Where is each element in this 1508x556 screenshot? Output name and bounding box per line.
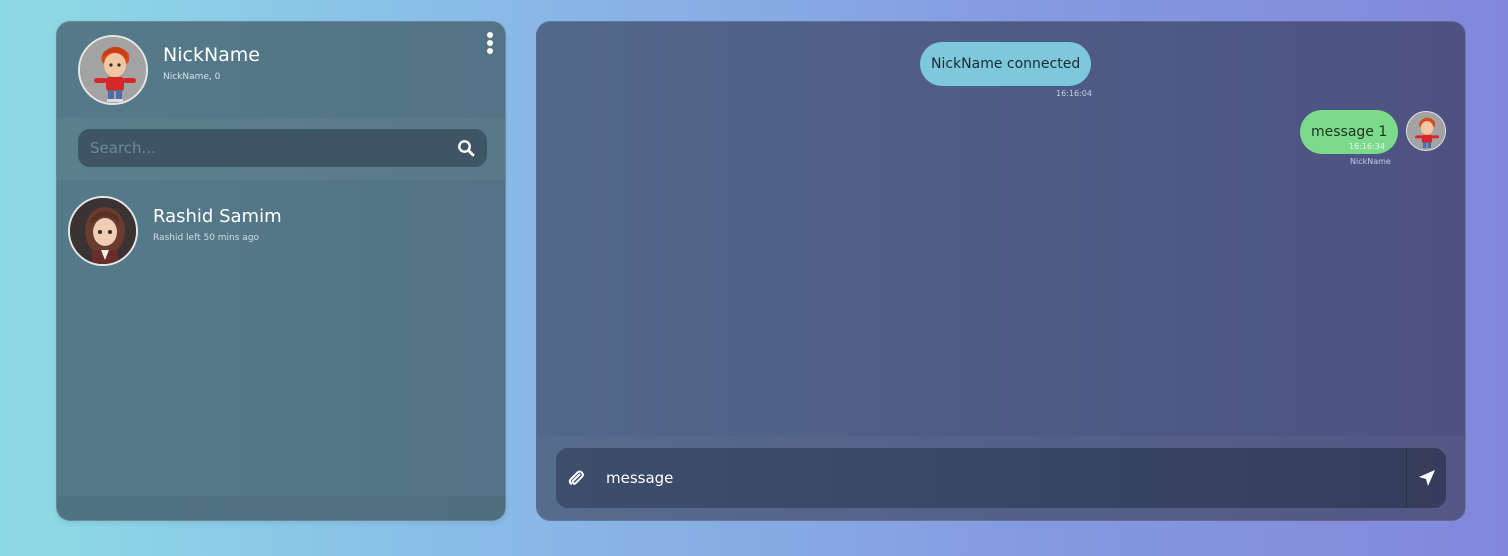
- kebab-dot: [487, 32, 493, 38]
- kebab-menu-icon[interactable]: [485, 32, 495, 54]
- cartoon-boy-avatar-icon: [80, 37, 146, 103]
- message-sender-avatar: [1406, 111, 1446, 151]
- search-input[interactable]: [90, 129, 440, 167]
- sidebar-panel: NickName NickName, 0 Search... Rashid Sa…: [56, 21, 506, 521]
- sidebar-footer: [57, 496, 505, 520]
- system-message-bubble: NickName connected: [920, 42, 1092, 86]
- composer-area: [537, 436, 1465, 520]
- search-icon[interactable]: [457, 139, 475, 157]
- outgoing-message-time: 16:16:34: [1349, 142, 1385, 151]
- contact-avatar: [68, 196, 138, 266]
- contact-status: Rashid left 50 mins ago: [153, 233, 260, 243]
- paperclip-icon[interactable]: [566, 468, 586, 488]
- message-input[interactable]: [606, 448, 1396, 508]
- contact-list-item[interactable]: Rashid Samim Rashid left 50 mins ago: [57, 192, 505, 272]
- send-button[interactable]: [1406, 448, 1446, 508]
- contact-name: Rashid Samim: [153, 206, 282, 227]
- profile-avatar[interactable]: [78, 35, 148, 105]
- kebab-dot: [487, 48, 493, 54]
- search-section: [57, 118, 505, 180]
- profile-name: NickName: [163, 44, 260, 66]
- profile-header: NickName NickName, 0: [57, 22, 505, 118]
- chat-panel: NickName connected 16:16:04 message 1 16…: [536, 21, 1466, 521]
- kebab-dot: [487, 40, 493, 46]
- profile-subtitle: NickName, 0: [163, 72, 221, 82]
- cartoon-boy-avatar-icon: [1407, 112, 1445, 150]
- system-message-time: 16:16:04: [1056, 89, 1092, 98]
- message-sender-name: NickName: [1350, 157, 1391, 166]
- search-box: [78, 129, 487, 167]
- send-arrow-icon: [1418, 470, 1435, 486]
- composer-bar: [556, 448, 1446, 508]
- cartoon-girl-avatar-icon: [70, 198, 136, 264]
